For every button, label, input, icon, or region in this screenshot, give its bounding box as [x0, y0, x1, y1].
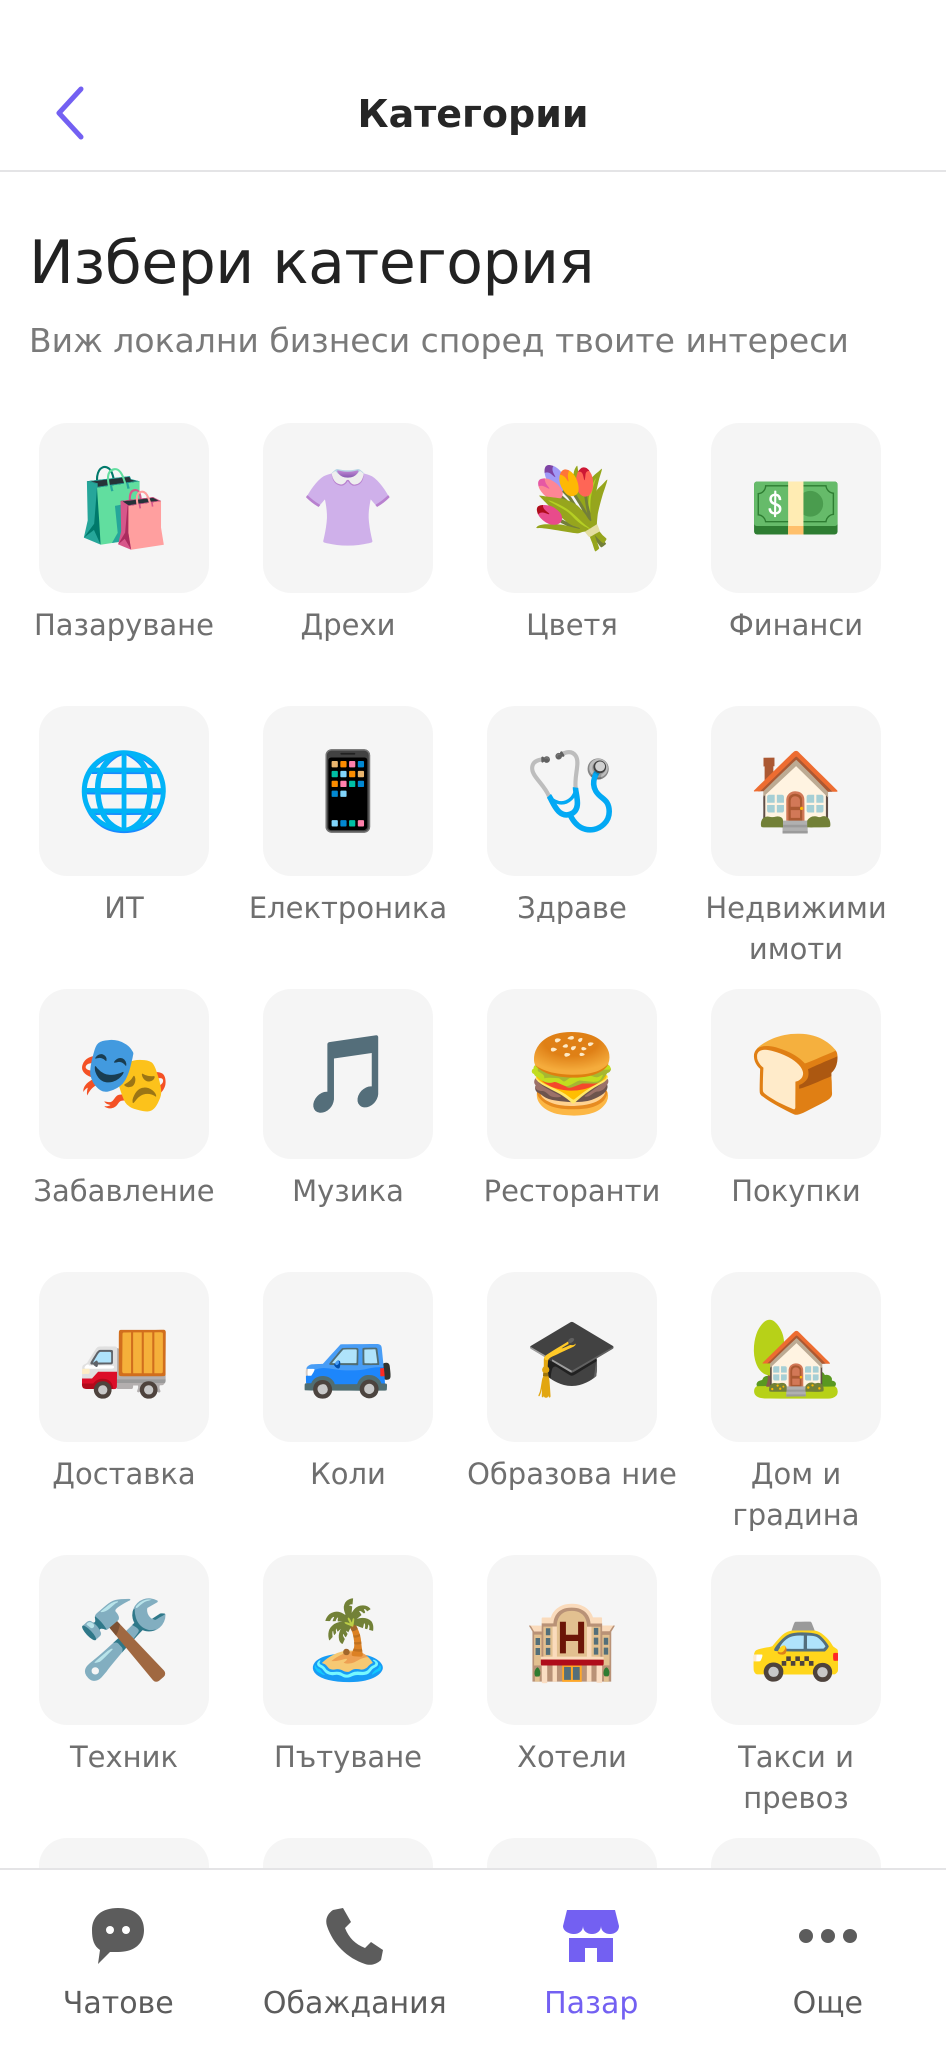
car-icon: 🚙 [263, 1272, 433, 1442]
category-grid: 🛍️ Пазаруване 👚 Дрехи 💐 Цветя 💵 Финанси 🌐 ИТ 📱 Елек… [0, 423, 946, 2048]
category-item[interactable]: 📱 Електроника [236, 706, 460, 989]
taxi-icon: 🚕 [711, 1555, 881, 1725]
bread-icon: 🍞 [711, 989, 881, 1159]
category-label: Хотели [517, 1740, 627, 1774]
blouse-icon: 👚 [263, 423, 433, 593]
category-item[interactable]: 💐 Цветя [460, 423, 684, 706]
category-label: Музика [292, 1174, 404, 1208]
tab-label: Пазар [544, 1986, 639, 2021]
category-label: Цветя [526, 608, 618, 642]
category-label: Покупки [731, 1174, 861, 1208]
music-note-icon: 🎵 [263, 989, 433, 1159]
category-item[interactable]: 🏝️ Пътуване [236, 1555, 460, 1838]
category-label: ИТ [104, 891, 144, 925]
category-label: Такси и превоз [738, 1740, 854, 1815]
category-label: Дом и градина [732, 1457, 860, 1532]
categories-screen: Категории Избери категория Виж локални б… [0, 0, 946, 2048]
tools-icon: 🛠️ [39, 1555, 209, 1725]
tab-label: Още [792, 1986, 863, 2021]
category-label: Недвижими имоти [705, 891, 887, 966]
delivery-truck-icon: 🚚 [39, 1272, 209, 1442]
globe-icon: 🌐 [39, 706, 209, 876]
category-item[interactable]: 💵 Финанси [684, 423, 908, 706]
category-label: Електроника [248, 891, 448, 925]
category-item[interactable]: 👚 Дрехи [236, 423, 460, 706]
category-item[interactable]: 🍞 Покупки [684, 989, 908, 1272]
category-item[interactable]: 🚚 Доставка [12, 1272, 236, 1555]
hotel-icon: 🏨 [487, 1555, 657, 1725]
category-item[interactable]: 🏠 Недвижими имоти [684, 706, 908, 989]
tab-more[interactable]: Още [710, 1870, 946, 2048]
category-item[interactable]: 🛠️ Техник [12, 1555, 236, 1838]
category-label: Доставка [52, 1457, 196, 1491]
theater-masks-icon: 🎭 [39, 989, 209, 1159]
category-item[interactable]: 🌐 ИТ [12, 706, 236, 989]
house-icon: 🏠 [711, 706, 881, 876]
phone-icon: 📱 [263, 706, 433, 876]
bouquet-icon: 💐 [487, 423, 657, 593]
category-label: Ресторанти [483, 1174, 661, 1208]
tab-bar: Чатове Обаждания Пазар Още [0, 1868, 946, 2048]
house-garden-icon: 🏡 [711, 1272, 881, 1442]
tab-label: Чатове [62, 1986, 174, 2021]
category-label: Коли [310, 1457, 386, 1491]
category-item[interactable]: 🎵 Музика [236, 989, 460, 1272]
category-item[interactable]: 🏡 Дом и градина [684, 1272, 908, 1555]
category-label: Пътуване [273, 1740, 423, 1774]
category-label: Пазаруване [33, 608, 214, 642]
category-item[interactable]: 🩺 Здраве [460, 706, 684, 989]
category-label: Финанси [728, 608, 864, 642]
tab-chats[interactable]: Чатове [0, 1870, 237, 2048]
money-icon: 💵 [711, 423, 881, 593]
page-title: Избери категория [29, 228, 595, 298]
phone-handset-icon [319, 1900, 391, 1972]
storefront-icon [555, 1900, 627, 1972]
category-label: Забавление [33, 1174, 215, 1208]
category-label: Здраве [517, 891, 627, 925]
category-label: Техник [69, 1740, 179, 1774]
category-label: Дрехи [300, 608, 396, 642]
tab-calls[interactable]: Обаждания [237, 1870, 474, 2048]
tab-market[interactable]: Пазар [473, 1870, 710, 2048]
burger-icon: 🍔 [487, 989, 657, 1159]
category-label: Образова ние [467, 1457, 677, 1491]
category-item[interactable]: 🎭 Забавление [12, 989, 236, 1272]
page-subtitle: Виж локални бизнеси според твоите интере… [29, 321, 849, 360]
chat-bubble-icon [82, 1900, 154, 1972]
category-item[interactable]: 🍔 Ресторанти [460, 989, 684, 1272]
beach-umbrella-icon: 🏝️ [263, 1555, 433, 1725]
shopping-bags-icon: 🛍️ [39, 423, 209, 593]
more-dots-icon [792, 1900, 864, 1972]
category-item[interactable]: 🏨 Хотели [460, 1555, 684, 1838]
header-title: Категории [357, 92, 589, 136]
category-item[interactable]: 🎓 Образова ние [460, 1272, 684, 1555]
category-item[interactable]: 🚙 Коли [236, 1272, 460, 1555]
tab-label: Обаждания [262, 1986, 447, 2021]
category-item[interactable]: 🛍️ Пазаруване [12, 423, 236, 706]
nav-header: Категории [0, 0, 946, 172]
category-item[interactable]: 🚕 Такси и превоз [684, 1555, 908, 1838]
stethoscope-icon: 🩺 [487, 706, 657, 876]
graduation-cap-icon: 🎓 [487, 1272, 657, 1442]
